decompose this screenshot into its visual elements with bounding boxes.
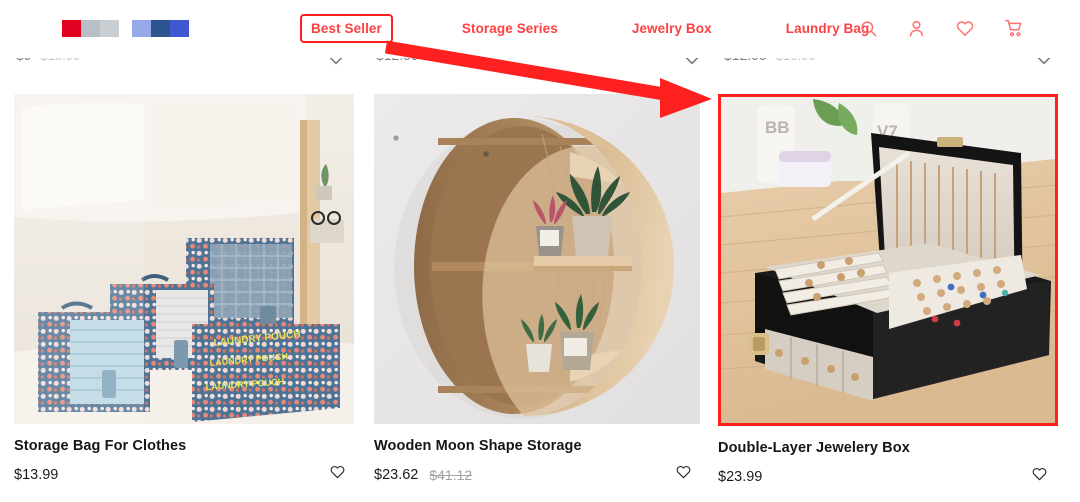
logo-swatch-red (62, 20, 119, 37)
nav-item-jewelry-box[interactable]: Jewelry Box (621, 14, 723, 43)
favorite-heart-icon[interactable] (675, 464, 692, 485)
product-grid: LAUNDRY POUCH LAUNDRY POUCH LAUNDRY POUC… (0, 94, 1080, 502)
favorite-heart-icon[interactable] (1031, 466, 1048, 487)
product-image-moon-shelf[interactable] (374, 94, 700, 424)
product-title: Double-Layer Jewelery Box (718, 440, 910, 456)
product-price-row: $13.99 (14, 464, 354, 485)
product-card-storage-bag[interactable]: LAUNDRY POUCH LAUNDRY POUCH LAUNDRY POUC… (14, 94, 354, 485)
swatch-blue-3 (170, 20, 189, 37)
product-meta-jewelry-box: Double-Layer Jewelery Box $23.99 (718, 426, 1058, 487)
nav-item-best-seller[interactable]: Best Seller (300, 14, 393, 43)
product-image-storage-bag[interactable]: LAUNDRY POUCH LAUNDRY POUCH LAUNDRY POUC… (14, 94, 354, 424)
search-icon[interactable] (859, 19, 878, 38)
brand-logo[interactable] (62, 20, 189, 37)
logo-swatch-blue (132, 20, 189, 37)
product-price: $23.62 (374, 466, 419, 483)
swatch-blue-2 (151, 20, 170, 37)
product-price: $23.99 (718, 468, 763, 485)
product-card-moon-shelf[interactable]: Wooden Moon Shape Storage $23.62 $41.12 (374, 94, 714, 485)
main-navigation: Best Seller Storage Series Jewelry Box L… (300, 14, 880, 43)
product-meta-storage-bag: Storage Bag For Clothes $13.99 (14, 424, 354, 485)
product-old-price: $41.12 (429, 466, 473, 483)
product-image-jewelry-box[interactable]: BB V7 (718, 94, 1058, 426)
product-price: $13.99 (14, 466, 59, 483)
product-card-jewelry-box[interactable]: BB V7 Double-Layer Jewelery Box $23.99 (718, 94, 1058, 487)
product-price-row: $23.99 (718, 466, 1058, 487)
wishlist-heart-icon[interactable] (955, 19, 975, 38)
swatch-red-1 (62, 20, 81, 37)
nav-item-storage-series[interactable]: Storage Series (451, 14, 569, 43)
product-price-row: $23.62 $41.12 (374, 464, 714, 485)
account-icon[interactable] (907, 19, 926, 38)
site-header: Best Seller Storage Series Jewelry Box L… (0, 0, 1080, 58)
product-title: Wooden Moon Shape Storage (374, 438, 582, 454)
swatch-red-2 (81, 20, 100, 37)
header-icon-group (859, 19, 1024, 38)
swatch-red-3 (100, 20, 119, 37)
product-meta-moon-shelf: Wooden Moon Shape Storage $23.62 $41.12 (374, 424, 714, 485)
favorite-heart-icon[interactable] (329, 464, 346, 485)
product-listing-page: Best Seller Storage Series Jewelry Box L… (0, 0, 1080, 502)
cart-icon[interactable] (1004, 19, 1024, 38)
swatch-blue-1 (132, 20, 151, 37)
product-title: Storage Bag For Clothes (14, 438, 187, 454)
svg-text:BB: BB (765, 118, 790, 137)
